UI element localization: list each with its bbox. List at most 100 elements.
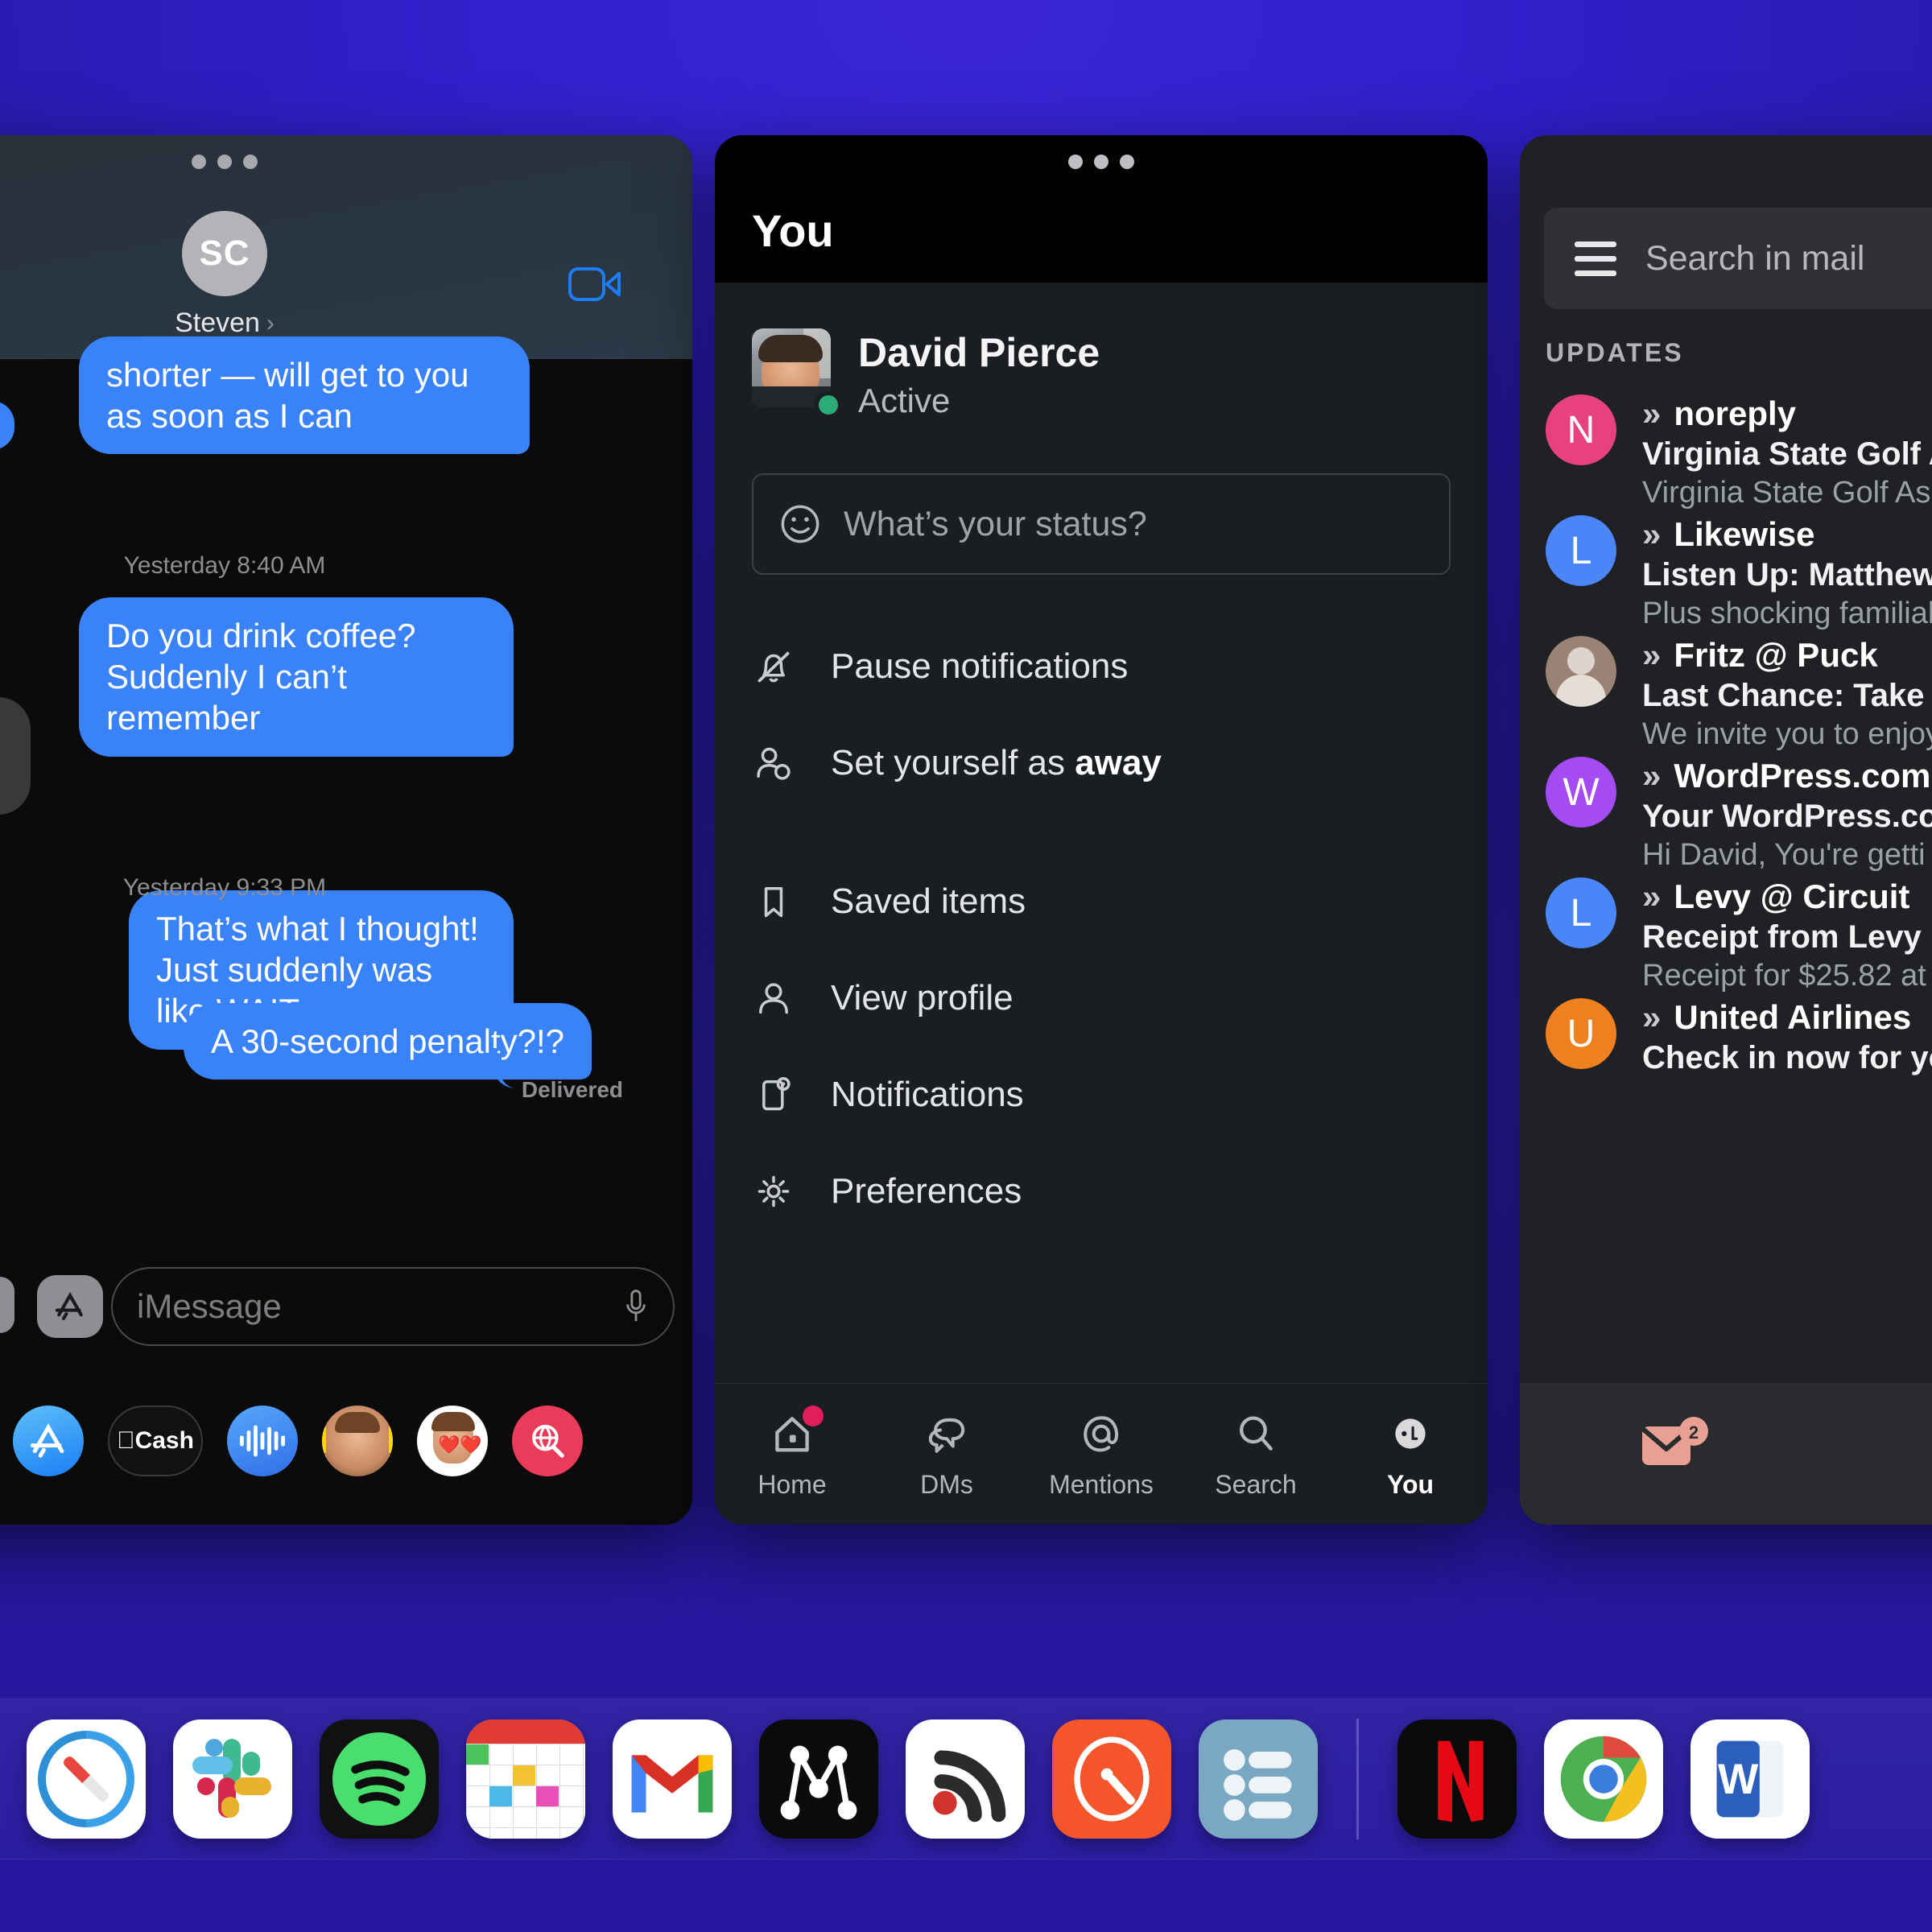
camera-button[interactable] <box>0 1277 14 1333</box>
email-sender: » WordPress.com <box>1642 757 1931 795</box>
menu-item-saved-items[interactable]: Saved items <box>752 853 1451 950</box>
phone-bell-icon <box>762 1076 791 1111</box>
menu-item-label: Saved items <box>831 881 1026 921</box>
mymind-icon[interactable] <box>758 1719 878 1839</box>
gmail-icon[interactable] <box>612 1719 732 1839</box>
email-list[interactable]: N » noreply Virginia State Golf A Virgini… <box>1520 377 1932 1101</box>
unread-chevron-icon: » <box>1642 757 1662 795</box>
list-item[interactable]: L » Likewise Listen Up: Matthew Plus shoc… <box>1520 497 1932 630</box>
status-input[interactable]: What’s your status? <box>752 473 1451 575</box>
desktop-root: 1 SC Steven › shorter — will get to you … <box>0 0 1932 1932</box>
safari-icon[interactable] <box>26 1719 146 1839</box>
contact-name-row[interactable]: Steven › <box>175 308 275 339</box>
list-item[interactable]: W »WordPress.com Your WordPress.com Hi D… <box>1520 739 1932 872</box>
badge-count: 2 <box>1689 1422 1699 1443</box>
profile-presence: Active <box>858 382 951 419</box>
messages-thread[interactable]: shorter — will get to you as soon as I c… <box>0 336 692 1525</box>
window-handle-dots-icon[interactable] <box>192 155 258 169</box>
message-input[interactable]: iMessage <box>111 1267 675 1346</box>
contact-avatar[interactable]: SC <box>182 211 267 296</box>
overcast-icon[interactable] <box>1051 1719 1171 1839</box>
memoji-capture-icon[interactable] <box>322 1406 393 1476</box>
messages-header: 1 SC Steven › <box>0 135 692 450</box>
search-placeholder: Search in mail <box>1645 238 1865 278</box>
list-item[interactable]: N » noreply Virginia State Golf A Virgini… <box>1520 377 1932 510</box>
bubble-tail-icon <box>491 649 514 689</box>
smiley-face-icon <box>781 505 819 543</box>
unread-chevron-icon: » <box>1642 394 1662 432</box>
menu-item-label: Notifications <box>831 1075 1024 1114</box>
spotify-icon[interactable] <box>319 1719 439 1839</box>
email-subject: Listen Up: Matthew <box>1642 557 1932 592</box>
image-search-icon[interactable] <box>512 1406 583 1476</box>
message-bubble-outgoing[interactable]: A 30-second penalty?!? <box>184 1003 592 1080</box>
menu-item-preferences[interactable]: Preferences <box>752 1143 1451 1240</box>
email-preview: We invite you to enjoy <box>1642 717 1932 751</box>
audio-message-icon[interactable] <box>227 1406 298 1476</box>
menu-item-view-profile[interactable]: View profile <box>752 950 1451 1046</box>
chrome-icon[interactable] <box>1543 1719 1663 1839</box>
email-subject: Virginia State Golf A <box>1642 436 1932 472</box>
at-sign-icon <box>1084 1416 1119 1452</box>
menu-item-label: Set yourself as away <box>831 743 1162 782</box>
slack-menu[interactable]: Pause notifications Set yourself as away… <box>752 618 1451 1240</box>
menu-item-set-away[interactable]: Set yourself as away <box>752 715 1451 811</box>
bell-slash-icon <box>758 651 790 683</box>
gmail-bottom-bar[interactable]: 2 <box>1520 1383 1932 1525</box>
slack-profile-row[interactable]: David Pierce Active <box>752 328 1100 420</box>
menu-item-pause-notifications[interactable]: Pause notifications <box>752 618 1451 715</box>
hamburger-menu-icon[interactable] <box>1575 241 1616 276</box>
gmail-app-window[interactable]: Search in mail UPDATES N » noreply Virgin… <box>1520 135 1932 1525</box>
messages-app-window[interactable]: 1 SC Steven › shorter — will get to you … <box>0 135 692 1525</box>
search-input[interactable]: Search in mail <box>1544 208 1932 309</box>
menu-item-notifications[interactable]: Notifications <box>752 1046 1451 1143</box>
todoist-icon[interactable] <box>1198 1719 1318 1839</box>
netflix-icon[interactable] <box>1397 1719 1517 1839</box>
contact-name: Steven <box>175 308 260 338</box>
list-item[interactable]: L » Levy @ Circuit Receipt from Levy @ Re… <box>1520 860 1932 993</box>
you-avatar-icon <box>1395 1418 1426 1449</box>
dock-separator <box>1356 1719 1359 1839</box>
status-input-placeholder: What’s your status? <box>844 504 1147 543</box>
memoji-stickers-icon[interactable]: ❤️❤️ <box>417 1406 488 1476</box>
tab-search[interactable]: Search <box>1187 1409 1324 1500</box>
presence-indicator <box>815 391 842 419</box>
tab-label: DMs <box>920 1470 973 1499</box>
email-sender: » Levy @ Circuit <box>1642 877 1910 915</box>
status-badge <box>803 1406 824 1426</box>
word-icon[interactable]: W <box>1690 1719 1810 1839</box>
message-text: Do you drink coffee? Suddenly I can’t re… <box>106 617 416 737</box>
list-item[interactable]: U »United Airlines Check in now for you <box>1520 980 1932 1101</box>
avatar: N <box>1546 394 1616 465</box>
tab-dms[interactable]: DMs <box>878 1409 1015 1500</box>
slack-tab-bar[interactable]: Home DMs Mentions Search You <box>715 1383 1488 1525</box>
apple-cash-icon[interactable]: Cash <box>108 1406 203 1476</box>
app-store-icon[interactable] <box>13 1406 84 1476</box>
message-bubble-incoming[interactable]: ope, neither does my dad. <box>0 697 31 815</box>
message-bubble-outgoing[interactable]: shorter — will get to you as soon as I c… <box>79 336 530 455</box>
microphone-icon[interactable] <box>623 1289 649 1324</box>
fantastical-calendar-icon[interactable] <box>465 1719 585 1839</box>
email-preview: Virginia State Golf As <box>1642 476 1931 510</box>
email-preview: Plus shocking familial <box>1642 597 1932 630</box>
avatar: U <box>1546 998 1616 1069</box>
message-timestamp: Yesterday 9:33 PM <box>122 874 327 901</box>
slack-app-window[interactable]: You David Pierce Active What’s your stat… <box>715 135 1488 1525</box>
slack-icon[interactable] <box>172 1719 292 1839</box>
email-subject: Your WordPress.com <box>1642 799 1932 834</box>
imessage-app-drawer[interactable]: Cash ❤️❤️ <box>0 1406 583 1476</box>
window-handle-dots-icon[interactable] <box>1068 155 1134 169</box>
unread-envelope-icon[interactable]: 2 <box>1641 1417 1715 1475</box>
app-store-button[interactable] <box>37 1275 111 1338</box>
tab-home[interactable]: Home <box>724 1406 861 1500</box>
dock[interactable]: W <box>0 1699 1932 1860</box>
section-label: UPDATES <box>1546 338 1684 367</box>
menu-item-label: Preferences <box>831 1171 1022 1211</box>
email-sender: » noreply <box>1642 394 1797 432</box>
list-item[interactable]: » Fritz @ Puck Last Chance: Take 2 We inv… <box>1520 618 1932 751</box>
tab-you[interactable]: You <box>1342 1409 1479 1500</box>
tab-mentions[interactable]: Mentions <box>1033 1409 1170 1500</box>
message-bubble-outgoing[interactable]: Do you drink coffee? Suddenly I can’t re… <box>79 597 514 757</box>
video-camera-icon[interactable] <box>568 266 621 303</box>
rss-reader-icon[interactable] <box>905 1719 1025 1839</box>
